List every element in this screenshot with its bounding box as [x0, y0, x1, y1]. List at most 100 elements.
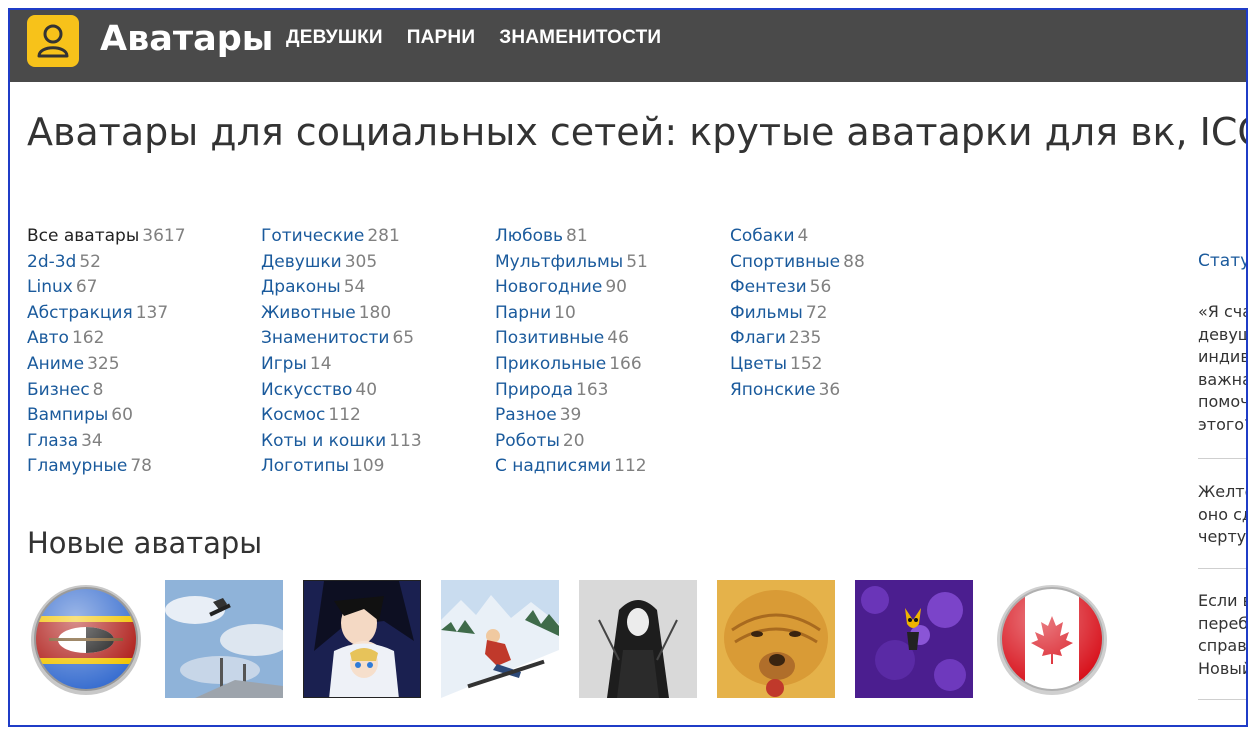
category-count: 72	[805, 302, 828, 323]
category-link[interactable]: Девушки	[261, 252, 342, 272]
status-quote-4[interactable]: Самы	[1198, 722, 1246, 725]
category-link[interactable]: Linux	[27, 277, 73, 297]
category-item: Спортивные 88	[730, 251, 960, 277]
category-count: 235	[788, 328, 822, 349]
category-item: Игры 14	[261, 353, 491, 379]
nav-link-girls[interactable]: ДЕВУШКИ	[286, 27, 383, 49]
category-link[interactable]: Игры	[261, 354, 307, 374]
category-item: Прикольные 166	[495, 353, 725, 379]
category-link[interactable]: Коты и кошки	[261, 431, 386, 451]
status-quote-2[interactable]: Желто оно сд черту	[1198, 481, 1248, 549]
category-count: 52	[79, 251, 101, 272]
category-link[interactable]: Природа	[495, 380, 573, 400]
category-column-4: Собаки 4 Спортивные 88 Фентези 56 Фильмы 72 Флаг…	[730, 225, 960, 404]
status-line: помоч	[1198, 392, 1248, 411]
category-count: 90	[605, 277, 627, 298]
category-link[interactable]: Авто	[27, 328, 69, 348]
category-item: Любовь 81	[495, 225, 725, 251]
category-item: Гламурные 78	[27, 455, 257, 481]
category-item: Искусство 40	[261, 379, 491, 405]
category-count: 163	[576, 379, 609, 400]
status-line: Если в	[1198, 591, 1248, 610]
category-link[interactable]: Цветы	[730, 354, 787, 374]
category-link[interactable]: Бизнес	[27, 380, 90, 400]
sidebar-heading-link[interactable]: Стату	[1198, 251, 1246, 271]
status-line: девуш	[1198, 324, 1248, 344]
category-link[interactable]: Аниме	[27, 354, 84, 374]
status-line: этого?	[1198, 414, 1248, 434]
site-logo[interactable]	[27, 15, 79, 67]
category-link[interactable]: 2d-3d	[27, 252, 76, 272]
status-line: оно сд	[1198, 504, 1248, 524]
category-count: 3617	[142, 226, 186, 246]
avatar-thumb-sharpei-dog[interactable]	[717, 580, 835, 698]
avatar-thumb-anime-couple[interactable]	[303, 580, 421, 698]
category-link[interactable]: Прикольные	[495, 354, 606, 374]
category-link[interactable]: Новогодние	[495, 277, 602, 297]
category-link[interactable]: Парни	[495, 303, 551, 323]
category-item: Позитивные 46	[495, 327, 725, 353]
avatar-thumb-purple-cartoon[interactable]	[855, 580, 973, 698]
category-item: Linux 67	[27, 276, 257, 302]
status-line: переб	[1198, 613, 1248, 633]
category-link[interactable]: Собаки	[730, 226, 795, 246]
category-link[interactable]: Знаменитости	[261, 328, 389, 348]
category-link[interactable]: Гламурные	[27, 456, 127, 476]
category-link[interactable]: Животные	[261, 303, 356, 323]
category-item: Фентези 56	[730, 276, 960, 302]
category-column-3: Любовь 81 Мультфильмы 51 Новогодние 90 Парни 10…	[495, 225, 725, 481]
category-link[interactable]: Спортивные	[730, 252, 840, 272]
status-quote-3[interactable]: Если в переб справ Новый	[1198, 590, 1248, 680]
category-link[interactable]: Фильмы	[730, 303, 803, 323]
category-link[interactable]: Абстракция	[27, 303, 133, 323]
category-item: Вампиры 60	[27, 404, 257, 430]
category-item: Разное 39	[495, 404, 725, 430]
category-count: 4	[797, 226, 809, 246]
category-item: Фильмы 72	[730, 302, 960, 328]
category-count: 14	[309, 353, 332, 374]
category-item: Готические 281	[261, 225, 491, 251]
avatar-thumb-gothic-woman[interactable]	[579, 580, 697, 698]
category-link[interactable]: Логотипы	[261, 456, 349, 476]
status-line: справ	[1198, 636, 1247, 655]
site-title[interactable]: Аватары	[100, 14, 273, 64]
category-count: 8	[92, 379, 104, 400]
status-quote-1[interactable]: «Я сча девуш индив важна помоч этого?	[1198, 301, 1248, 436]
category-link[interactable]: Фентези	[730, 277, 807, 297]
nav-link-guys[interactable]: ПАРНИ	[407, 27, 475, 49]
avatar-thumb-snowboarder[interactable]	[165, 580, 283, 698]
category-link[interactable]: Японские	[730, 380, 816, 400]
category-count: 51	[626, 251, 648, 272]
category-link[interactable]: Драконы	[261, 277, 341, 297]
category-link[interactable]: С надписями	[495, 456, 611, 476]
category-item: Парни 10	[495, 302, 725, 328]
category-link[interactable]: Космос	[261, 405, 325, 425]
category-count: 46	[607, 328, 629, 349]
category-count: 36	[818, 379, 841, 400]
category-link[interactable]: Готические	[261, 226, 364, 246]
category-item: Собаки 4	[730, 225, 960, 251]
category-count: 78	[130, 456, 152, 477]
status-line: важна	[1198, 369, 1248, 389]
category-link[interactable]: Флаги	[730, 328, 786, 348]
avatar-thumb-canada-flag[interactable]	[993, 580, 1111, 698]
nav-link-celebrities[interactable]: ЗНАМЕНИТОСТИ	[499, 27, 661, 49]
category-count: 56	[809, 277, 832, 298]
category-count: 81	[566, 226, 588, 246]
category-link[interactable]: Глаза	[27, 431, 78, 451]
category-count: 10	[554, 302, 576, 323]
category-count: 166	[609, 353, 642, 374]
category-link[interactable]: Разное	[495, 405, 557, 425]
avatar-thumb-skier[interactable]	[441, 580, 559, 698]
category-count: 281	[367, 226, 400, 246]
status-line: Новый	[1198, 658, 1248, 678]
category-link[interactable]: Позитивные	[495, 328, 604, 348]
category-link[interactable]: Любовь	[495, 226, 563, 246]
category-link[interactable]: Роботы	[495, 431, 560, 451]
category-count: 40	[355, 379, 378, 400]
category-link[interactable]: Все аватары	[27, 226, 139, 246]
category-link[interactable]: Вампиры	[27, 405, 108, 425]
category-link[interactable]: Искусство	[261, 380, 352, 400]
avatar-thumb-swaziland-flag[interactable]	[27, 580, 145, 698]
category-link[interactable]: Мультфильмы	[495, 252, 623, 272]
